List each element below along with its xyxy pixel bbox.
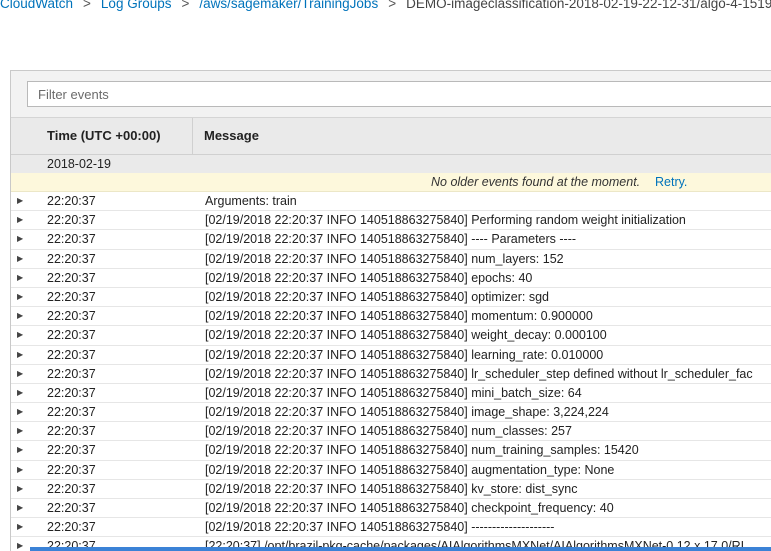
breadcrumb-current-stream: DEMO-imageclassification-2018-02-19-22-1… <box>406 0 771 11</box>
log-event-row[interactable]: ▶ 22:20:37 [02/19/2018 22:20:37 INFO 14051… <box>11 384 771 404</box>
event-message: [02/19/2018 22:20:37 INFO 14051886327584… <box>205 309 593 324</box>
event-message: [02/19/2018 22:20:37 INFO 14051886327584… <box>205 424 572 439</box>
event-time: 22:20:37 <box>47 232 96 247</box>
log-event-row[interactable]: ▶ 22:20:37 [02/19/2018 22:20:37 INFO 14051… <box>11 326 771 346</box>
caret-right-icon[interactable]: ▶ <box>17 384 27 402</box>
retry-link[interactable]: Retry. <box>655 173 687 191</box>
event-time: 22:20:37 <box>47 194 96 208</box>
event-message: [02/19/2018 22:20:37 INFO 14051886327584… <box>205 232 577 247</box>
log-event-row[interactable]: ▶ 22:20:37 [02/19/2018 22:20:37 INFO 14051… <box>11 288 771 308</box>
log-event-row[interactable]: ▶ 22:20:37 [02/19/2018 22:20:37 INFO 14051… <box>11 250 771 269</box>
log-event-row[interactable]: ▶ 22:20:37 [02/19/2018 22:20:37 INFO 14051… <box>11 422 771 442</box>
caret-right-icon[interactable]: ▶ <box>17 326 27 344</box>
event-time: 22:20:37 <box>47 520 96 535</box>
event-time: 22:20:37 <box>47 270 96 285</box>
caret-right-icon[interactable]: ▶ <box>17 518 27 536</box>
log-event-row[interactable]: ▶ 22:20:37 [02/19/2018 22:20:37 INFO 14051… <box>11 211 771 231</box>
caret-right-icon[interactable]: ▶ <box>17 230 27 248</box>
no-older-events-notice: No older events found at the moment. Ret… <box>11 173 771 192</box>
breadcrumb-log-group[interactable]: /aws/sagemaker/TrainingJobs <box>199 0 378 11</box>
caret-right-icon[interactable]: ▶ <box>17 250 27 268</box>
log-event-row[interactable]: ▶ 22:20:37 [02/19/2018 22:20:37 INFO 14051… <box>11 346 771 365</box>
event-time: 22:20:37 <box>47 213 96 228</box>
event-message: [02/19/2018 22:20:37 INFO 14051886327584… <box>205 347 604 362</box>
log-event-row[interactable]: ▶ 22:20:37 [02/19/2018 22:20:37 INFO 14051… <box>11 403 771 423</box>
event-time: 22:20:37 <box>47 309 96 324</box>
caret-right-icon[interactable]: ▶ <box>17 537 27 551</box>
event-message: Arguments: train <box>205 194 297 208</box>
event-message: [02/19/2018 22:20:37 INFO 14051886327584… <box>205 481 578 496</box>
event-time: 22:20:37 <box>47 481 96 496</box>
date-group-row: 2018-02-19 <box>11 155 771 173</box>
caret-right-icon[interactable]: ▶ <box>17 346 27 364</box>
caret-right-icon[interactable]: ▶ <box>17 192 27 210</box>
time-column-header[interactable]: Time (UTC +00:00) <box>47 118 161 154</box>
caret-right-icon[interactable]: ▶ <box>17 461 27 479</box>
caret-right-icon[interactable]: ▶ <box>17 365 27 383</box>
event-time: 22:20:37 <box>47 328 96 343</box>
event-message: [02/19/2018 22:20:37 INFO 14051886327584… <box>205 270 533 285</box>
accent-bar <box>30 547 771 551</box>
event-message: [02/19/2018 22:20:37 INFO 14051886327584… <box>205 520 555 535</box>
filter-events-input[interactable] <box>27 81 771 107</box>
event-message: [02/19/2018 22:20:37 INFO 14051886327584… <box>205 366 753 381</box>
log-event-row[interactable]: ▶ 22:20:37 [02/19/2018 22:20:37 INFO 14051… <box>11 230 771 250</box>
event-time: 22:20:37 <box>47 347 96 362</box>
log-event-row[interactable]: ▶ 22:20:37 [02/19/2018 22:20:37 INFO 14051… <box>11 499 771 519</box>
caret-right-icon[interactable]: ▶ <box>17 269 27 287</box>
breadcrumb-cloudwatch[interactable]: CloudWatch <box>0 0 73 11</box>
event-message: [02/19/2018 22:20:37 INFO 14051886327584… <box>205 328 607 343</box>
event-time: 22:20:37 <box>47 462 96 477</box>
log-events-panel: Time (UTC +00:00) Message 2018-02-19 No … <box>10 70 771 551</box>
breadcrumb-log-groups[interactable]: Log Groups <box>101 0 172 11</box>
message-column-header[interactable]: Message <box>204 118 259 154</box>
event-message: [02/19/2018 22:20:37 INFO 14051886327584… <box>205 213 686 228</box>
log-event-rows: ▶ 22:20:37 Arguments: train ▶ 22:20:37 [02/19… <box>11 192 771 551</box>
log-event-row[interactable]: ▶ 22:20:37 [02/19/2018 22:20:37 INFO 14051… <box>11 480 771 499</box>
event-time: 22:20:37 <box>47 385 96 400</box>
caret-right-icon[interactable]: ▶ <box>17 480 27 498</box>
event-message: [02/19/2018 22:20:37 INFO 14051886327584… <box>205 385 582 400</box>
event-message: [02/19/2018 22:20:37 INFO 14051886327584… <box>205 462 615 477</box>
notice-text: No older events found at the moment. <box>431 175 641 189</box>
event-message: [02/19/2018 22:20:37 INFO 14051886327584… <box>205 443 639 458</box>
date-group-label: 2018-02-19 <box>47 157 111 171</box>
event-time: 22:20:37 <box>47 289 96 304</box>
breadcrumb-separator: > <box>388 0 397 11</box>
caret-right-icon[interactable]: ▶ <box>17 422 27 440</box>
event-time: 22:20:37 <box>47 366 96 381</box>
caret-right-icon[interactable]: ▶ <box>17 307 27 325</box>
log-event-row[interactable]: ▶ 22:20:37 [02/19/2018 22:20:37 INFO 14051… <box>11 269 771 288</box>
event-message: [02/19/2018 22:20:37 INFO 14051886327584… <box>205 251 564 266</box>
event-time: 22:20:37 <box>47 443 96 458</box>
log-event-row[interactable]: ▶ 22:20:37 [02/19/2018 22:20:37 INFO 14051… <box>11 307 771 327</box>
event-time: 22:20:37 <box>47 405 96 420</box>
event-message: [02/19/2018 22:20:37 INFO 14051886327584… <box>205 501 614 515</box>
breadcrumb-separator: > <box>181 0 190 11</box>
log-event-row[interactable]: ▶ 22:20:37 [02/19/2018 22:20:37 INFO 14051… <box>11 441 771 461</box>
event-time: 22:20:37 <box>47 424 96 439</box>
breadcrumb-separator: > <box>83 0 91 11</box>
breadcrumb: CloudWatch > Log Groups > /aws/sagemaker/Tra… <box>0 0 771 14</box>
event-time: 22:20:37 <box>47 501 96 515</box>
caret-right-icon[interactable]: ▶ <box>17 441 27 459</box>
log-event-row[interactable]: ▶ 22:20:37 [02/19/2018 22:20:37 INFO 14051… <box>11 518 771 538</box>
log-event-row[interactable]: ▶ 22:20:37 [02/19/2018 22:20:37 INFO 14051… <box>11 365 771 384</box>
column-divider <box>192 118 193 154</box>
event-message: [02/19/2018 22:20:37 INFO 14051886327584… <box>205 405 609 420</box>
log-event-row[interactable]: ▶ 22:20:37 [02/19/2018 22:20:37 INFO 14051… <box>11 461 771 480</box>
caret-right-icon[interactable]: ▶ <box>17 403 27 421</box>
event-time: 22:20:37 <box>47 251 96 266</box>
log-event-row[interactable]: ▶ 22:20:37 Arguments: train <box>11 192 771 212</box>
caret-right-icon[interactable]: ▶ <box>17 499 27 517</box>
event-message: [02/19/2018 22:20:37 INFO 14051886327584… <box>205 289 550 304</box>
caret-right-icon[interactable]: ▶ <box>17 288 27 306</box>
filter-bar <box>11 71 771 118</box>
caret-right-icon[interactable]: ▶ <box>17 211 27 229</box>
cloudwatch-log-events-page: CloudWatch > Log Groups > /aws/sagemaker/Tra… <box>0 0 771 551</box>
table-header: Time (UTC +00:00) Message <box>11 118 771 155</box>
